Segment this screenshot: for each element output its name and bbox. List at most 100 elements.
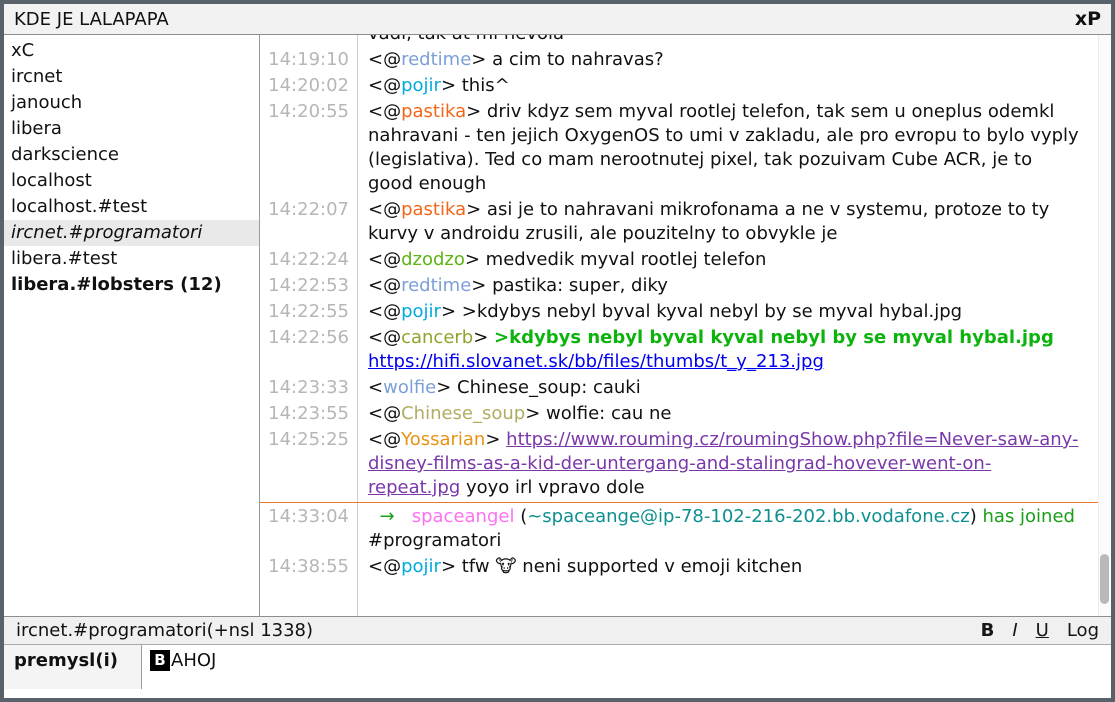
bold-button[interactable]: B	[981, 620, 995, 641]
timestamp: 14:33:04	[260, 505, 357, 553]
message-text: <@pojir> tfw 🐮 neni supported v emoji ki…	[357, 555, 1111, 579]
chat-message: vadi, tak at mi nevola	[260, 35, 1111, 46]
text-segment	[368, 506, 379, 527]
sidebar-item-8[interactable]: libera.#test	[4, 246, 259, 272]
status-bar: ircnet.#programatori(+nsl 1338) BIULog	[4, 616, 1111, 645]
text-segment: > medvedik myval rootlej telefon	[465, 249, 767, 270]
text-segment	[1054, 327, 1060, 348]
chat-pane: vadi, tak at mi nevola14:19:10<@redtime>…	[260, 35, 1111, 616]
chat-message: 14:23:33<wolfie> Chinese_soup: cauki	[260, 376, 1111, 400]
sidebar-item-5[interactable]: localhost	[4, 168, 259, 194]
message-input[interactable]: B AHOJ	[142, 645, 1111, 689]
timestamp: 14:19:10	[260, 48, 357, 72]
text-segment: <@	[368, 199, 401, 220]
text-segment: vadi, tak at mi nevola	[368, 35, 564, 44]
timestamp: 14:22:24	[260, 248, 357, 272]
nickname: pastika	[401, 101, 466, 122]
chat-message: 14:23:55<@Chinese_soup> wolfie: cau ne	[260, 402, 1111, 426]
message-text: <@dzodzo> medvedik myval rootlej telefon	[357, 248, 1111, 272]
text-segment: <@	[368, 249, 401, 270]
message-text: <@Yossarian> https://www.rouming.cz/roum…	[357, 428, 1111, 500]
text-segment: (	[514, 506, 527, 527]
text-segment: > tfw 🐮 neni supported v emoji kitchen	[441, 556, 802, 577]
chat-message: 14:22:24<@dzodzo> medvedik myval rootlej…	[260, 248, 1111, 272]
text-segment: yoyo irl vpravo dole	[460, 477, 644, 498]
message-list: vadi, tak at mi nevola14:19:10<@redtime>…	[260, 35, 1111, 616]
app-logo: xP	[1075, 8, 1101, 30]
italic-button[interactable]: I	[1012, 620, 1017, 641]
text-segment: > pastika: super, diky	[471, 275, 668, 296]
sidebar-item-3[interactable]: libera	[4, 116, 259, 142]
message-text: <@Chinese_soup> wolfie: cau ne	[357, 402, 1111, 426]
chat-message: 14:22:53<@redtime> pastika: super, diky	[260, 274, 1111, 298]
message-link[interactable]: https://hifi.slovanet.sk/bb/files/thumbs…	[368, 351, 824, 372]
nickname: spaceangel	[412, 506, 515, 527]
chat-message: 14:33:04 → spaceangel (~spaceange@ip-78-…	[260, 505, 1111, 553]
text-segment: >	[485, 429, 506, 450]
message-text: <@cancerb> >kdybys nebyl byval kyval neb…	[357, 326, 1111, 374]
bold-control-marker: B	[150, 650, 170, 671]
sidebar-item-9[interactable]: libera.#lobsters (12)	[4, 272, 259, 298]
message-text: <@redtime> pastika: super, diky	[357, 274, 1111, 298]
chat-message: 14:22:07<@pastika> asi je to nahravani m…	[260, 198, 1111, 246]
chat-message: 14:22:56<@cancerb> >kdybys nebyl byval k…	[260, 326, 1111, 374]
chat-message: 14:38:55<@pojir> tfw 🐮 neni supported v …	[260, 555, 1111, 579]
timestamp: 14:20:02	[260, 74, 357, 98]
sidebar-item-6[interactable]: localhost.#test	[4, 194, 259, 220]
chat-message: 14:19:10<@redtime> a cim to nahravas?	[260, 48, 1111, 72]
scrollbar-track[interactable]	[1098, 35, 1111, 616]
timestamp: 14:23:33	[260, 376, 357, 400]
input-text: AHOJ	[170, 650, 216, 671]
sidebar-item-1[interactable]: ircnet	[4, 64, 259, 90]
nickname: Chinese_soup	[401, 403, 525, 424]
nickname: redtime	[401, 49, 471, 70]
irc-client-window: KDE JE LALAPAPA xP xCircnetjanouchlibera…	[0, 0, 1115, 702]
scrollbar-thumb[interactable]	[1100, 554, 1109, 604]
chat-message: 14:20:55<@pastika> driv kdyz sem myval r…	[260, 100, 1111, 196]
text-segment: <@	[368, 327, 401, 348]
title-bar: KDE JE LALAPAPA xP	[4, 4, 1111, 35]
message-text: → spaceangel (~spaceange@ip-78-102-216-2…	[357, 505, 1111, 553]
sidebar-item-0[interactable]: xC	[4, 38, 259, 64]
message-text: <@pastika> asi je to nahravani mikrofona…	[357, 198, 1111, 246]
message-text: <@pojir> >kdybys nebyl byval kyval nebyl…	[357, 300, 1111, 324]
text-segment: <@	[368, 49, 401, 70]
message-text: <wolfie> Chinese_soup: cauki	[357, 376, 1111, 400]
text-segment: <@	[368, 403, 401, 424]
timestamp: 14:22:07	[260, 198, 357, 246]
nickname: pojir	[401, 301, 441, 322]
underline-button[interactable]: U	[1036, 620, 1049, 641]
bottom-gap	[4, 689, 1111, 698]
text-segment: > a cim to nahravas?	[471, 49, 663, 70]
nickname: dzodzo	[401, 249, 465, 270]
text-segment: > asi je to nahravani mikrofonama a ne v…	[368, 199, 1055, 244]
timestamp: 14:20:55	[260, 100, 357, 196]
sidebar-item-4[interactable]: darkscience	[4, 142, 259, 168]
nickname: wolfie	[383, 377, 436, 398]
format-buttons: BIU Log	[981, 620, 1099, 641]
unread-marker-line	[260, 502, 1098, 503]
text-segment: <@	[368, 556, 401, 577]
nickname: pojir	[401, 75, 441, 96]
log-button[interactable]: Log	[1067, 620, 1099, 641]
sidebar-item-2[interactable]: janouch	[4, 90, 259, 116]
message-text: <@pojir> this^	[357, 74, 1111, 98]
timestamp	[260, 35, 357, 46]
timestamp: 14:22:56	[260, 326, 357, 374]
text-segment: >kdybys nebyl byval kyval nebyl by se my…	[494, 327, 1054, 348]
timestamp: 14:38:55	[260, 555, 357, 579]
text-segment: →	[379, 506, 394, 527]
text-segment: <@	[368, 75, 401, 96]
chat-message: 14:22:55<@pojir> >kdybys nebyl byval kyv…	[260, 300, 1111, 324]
message-text: <@redtime> a cim to nahravas?	[357, 48, 1111, 72]
channel-list: xCircnetjanouchliberadarksciencelocalhos…	[4, 35, 260, 616]
input-row: premysl(i) B AHOJ	[4, 645, 1111, 689]
text-segment: > Chinese_soup: cauki	[436, 377, 641, 398]
timestamp: 14:22:53	[260, 274, 357, 298]
nickname: pojir	[401, 556, 441, 577]
own-nick-label: premysl(i)	[4, 645, 142, 689]
text-segment: <@	[368, 301, 401, 322]
chat-message: 14:20:02<@pojir> this^	[260, 74, 1111, 98]
nickname: Yossarian	[401, 429, 485, 450]
sidebar-item-7[interactable]: ircnet.#programatori	[4, 220, 259, 246]
